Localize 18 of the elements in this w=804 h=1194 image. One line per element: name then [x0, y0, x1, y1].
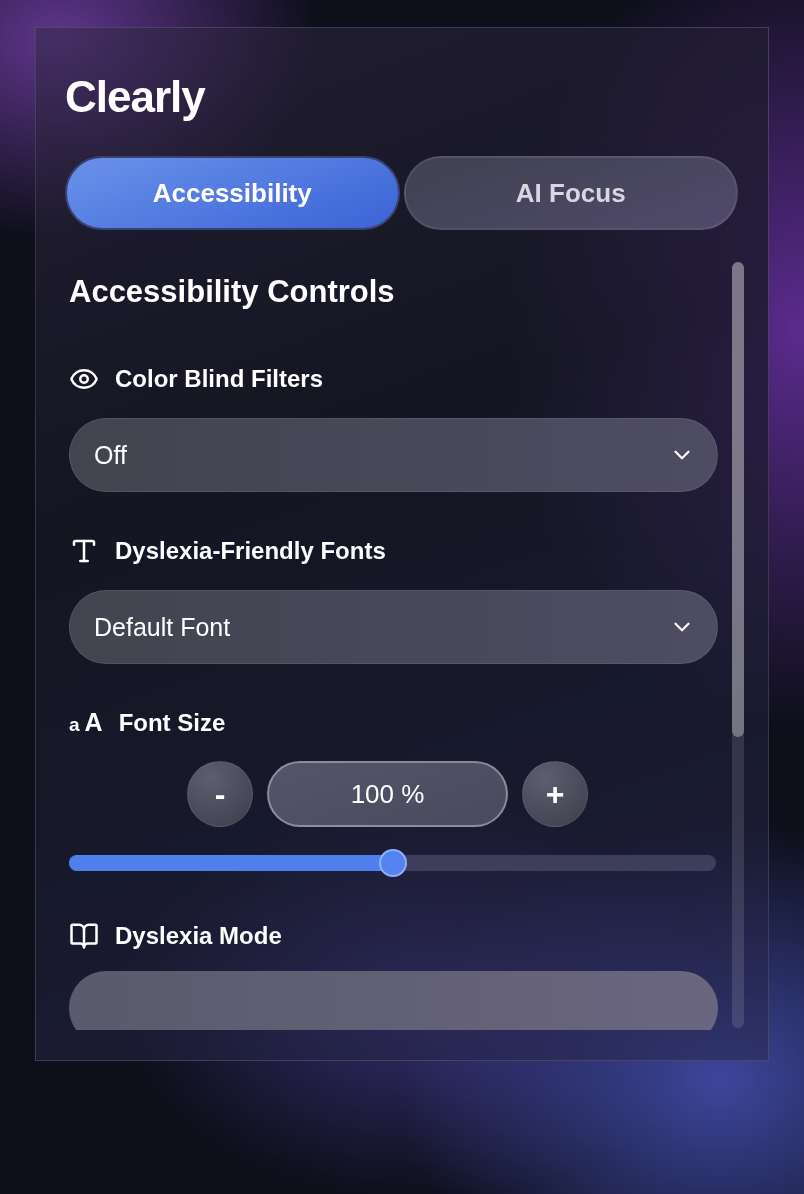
dropdown[interactable]: Default Font — [69, 590, 718, 664]
section-heading: Accessibility Controls — [69, 274, 395, 310]
value-field: 100 % — [267, 761, 508, 827]
tab[interactable]: Accessibility — [65, 156, 400, 230]
decrease-button[interactable]: - — [187, 761, 253, 827]
section-label: Dyslexia Mode — [115, 922, 282, 950]
section-label: Dyslexia-Friendly Fonts — [115, 537, 386, 565]
dropdown[interactable]: Off — [69, 418, 718, 492]
tab[interactable]: AI Focus — [403, 156, 738, 230]
font-size-icon: a A — [69, 708, 103, 737]
increase-button[interactable]: + — [522, 761, 588, 827]
slider[interactable] — [69, 849, 716, 877]
scrollbar[interactable] — [732, 262, 744, 1028]
book-icon — [69, 921, 99, 951]
section-label: Color Blind Filters — [115, 365, 323, 393]
app-title: Clearly — [65, 72, 205, 122]
section-label: Font Size — [118, 708, 226, 737]
slider-thumb[interactable] — [378, 849, 407, 877]
